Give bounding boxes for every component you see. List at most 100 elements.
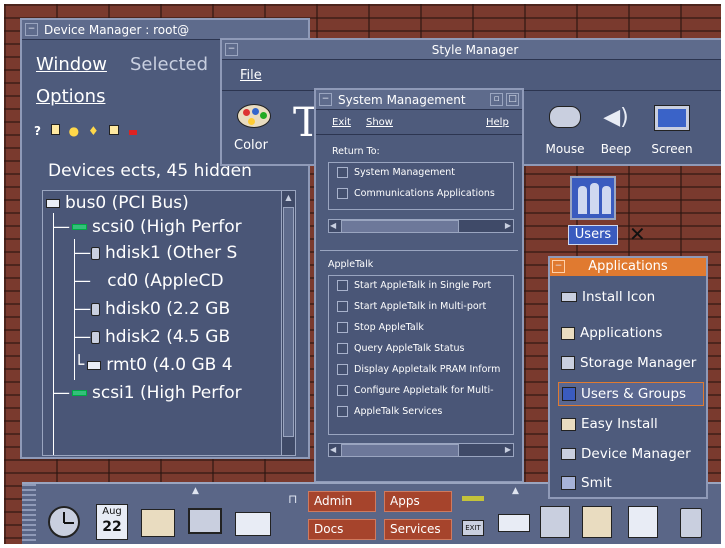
panel-arrow[interactable]: ▲: [192, 486, 199, 496]
appletalk-item[interactable]: Start AppleTalk in Multi-port: [337, 301, 486, 312]
calendar-icon[interactable]: Aug 22: [96, 504, 128, 540]
checkbox[interactable]: [337, 322, 348, 333]
checkbox[interactable]: [337, 385, 348, 396]
hscroll-thumb[interactable]: [341, 220, 459, 233]
system-management-title: System Management: [338, 93, 466, 107]
applications-titlebar[interactable]: − Applications: [550, 258, 706, 276]
clock-icon[interactable]: [48, 506, 80, 538]
style-label-beep: Beep: [600, 142, 632, 156]
app-item-device-manager[interactable]: Device Manager: [558, 443, 704, 467]
return-to-list[interactable]: System Management Communications Applica…: [328, 162, 514, 210]
style-item-beep[interactable]: ◀) Beep: [594, 106, 638, 162]
app-item-applications[interactable]: Applications: [558, 322, 704, 346]
menu-options[interactable]: Options: [36, 86, 105, 107]
return-item-system-management[interactable]: System Management: [337, 167, 455, 178]
checkbox[interactable]: [337, 364, 348, 375]
computer-icon[interactable]: [188, 508, 222, 534]
bulb-icon[interactable]: ●: [69, 124, 79, 138]
checkbox[interactable]: [337, 343, 348, 354]
return-to-hscroll[interactable]: ◀ ▶: [328, 219, 514, 233]
window-menu-button[interactable]: −: [225, 43, 238, 56]
tree-item-cd0[interactable]: — cd0 (AppleCD: [74, 271, 224, 291]
tree-scrollbar[interactable]: ▲: [281, 191, 295, 455]
menu-file[interactable]: File: [240, 68, 262, 83]
tree-item-scsi0[interactable]: — scsi0 (High Perfor: [53, 217, 242, 237]
appletalk-item[interactable]: Start AppleTalk in Single Port: [337, 280, 491, 291]
properties-icon[interactable]: [50, 124, 60, 135]
appletalk-list[interactable]: Start AppleTalk in Single Port Start App…: [328, 275, 514, 435]
menu-exit[interactable]: Exit: [332, 117, 351, 128]
window-menu-button[interactable]: −: [319, 93, 332, 106]
scroll-up-icon[interactable]: ▲: [282, 191, 295, 205]
menu-show[interactable]: Show: [366, 117, 393, 128]
scroll-right-icon[interactable]: ▶: [505, 220, 511, 232]
scroll-right-icon[interactable]: ▶: [505, 444, 511, 456]
text-editor-icon[interactable]: [582, 506, 612, 538]
remove-icon[interactable]: [129, 130, 138, 135]
tree-item-scsi1[interactable]: — scsi1 (High Perfor: [53, 383, 242, 403]
lock-icon[interactable]: ⊓: [288, 492, 297, 506]
file-manager-icon[interactable]: [141, 509, 175, 537]
style-item-color[interactable]: Color: [234, 104, 280, 160]
workspace-services[interactable]: Services: [384, 519, 452, 540]
appletalk-item[interactable]: Stop AppleTalk: [337, 322, 424, 333]
tree-item-hdisk2[interactable]: — hdisk2 (4.5 GB: [74, 327, 230, 347]
help-manager-icon[interactable]: [628, 506, 658, 538]
storage-icon: [561, 356, 575, 370]
edit-icon[interactable]: [108, 125, 119, 135]
workspace-admin[interactable]: Admin: [308, 491, 376, 512]
mail-icon[interactable]: [498, 514, 530, 532]
minimize-button[interactable]: ▫: [490, 93, 503, 106]
printer-icon[interactable]: [235, 512, 271, 536]
appletalk-item[interactable]: Query AppleTalk Status: [337, 343, 464, 354]
panel-arrow[interactable]: ▲: [512, 486, 519, 496]
appletalk-item[interactable]: Configure Appletalk for Multi-: [337, 385, 494, 396]
scroll-left-icon[interactable]: ◀: [330, 220, 336, 232]
checkbox[interactable]: [337, 188, 348, 199]
checkbox[interactable]: [337, 167, 348, 178]
tree-item-rmt0[interactable]: └ rmt0 (4.0 GB 4: [74, 355, 233, 375]
help-icon[interactable]: ?: [34, 124, 41, 138]
app-item-smit[interactable]: Smit: [558, 472, 704, 496]
checkbox[interactable]: [337, 406, 348, 417]
app-item-easy-install[interactable]: Easy Install: [558, 413, 704, 437]
scroll-left-icon[interactable]: ◀: [330, 444, 336, 456]
tree-item-bus0[interactable]: bus0 (PCI Bus): [46, 193, 189, 213]
checkbox[interactable]: [337, 301, 348, 312]
window-menu-button[interactable]: −: [552, 260, 565, 273]
menu-window[interactable]: Window: [36, 54, 107, 75]
device-manager-titlebar[interactable]: − Device Manager : root@: [22, 20, 308, 40]
app-item-storage-manager[interactable]: Storage Manager: [558, 352, 704, 376]
hscroll-thumb[interactable]: [341, 444, 459, 457]
app-item-install-icon[interactable]: Install Icon: [558, 286, 704, 310]
return-item-communications[interactable]: Communications Applications: [337, 188, 495, 199]
tree-item-hdisk0[interactable]: — hdisk0 (2.2 GB: [74, 299, 230, 319]
workspace-apps[interactable]: Apps: [384, 491, 452, 512]
style-manager-icon[interactable]: [540, 506, 570, 538]
appletalk-hscroll[interactable]: ◀ ▶: [328, 443, 514, 457]
appletalk-item[interactable]: AppleTalk Services: [337, 406, 442, 417]
panel-handle[interactable]: [22, 484, 36, 544]
style-item-mouse[interactable]: Mouse: [540, 106, 590, 162]
menu-help[interactable]: Help: [486, 117, 509, 128]
probe-icon[interactable]: ♦: [88, 124, 99, 138]
app-item-users-groups[interactable]: Users & Groups: [558, 382, 704, 406]
system-management-window[interactable]: − System Management ▫ □ Exit Show Help R…: [314, 88, 524, 483]
exit-button[interactable]: EXIT: [462, 520, 484, 536]
workspace-docs[interactable]: Docs: [308, 519, 376, 540]
style-manager-titlebar[interactable]: − Style Manager: [222, 40, 721, 60]
users-desktop-icon[interactable]: Users: [566, 176, 622, 246]
applications-subpanel[interactable]: − Applications Install Icon Applications…: [548, 256, 708, 499]
system-management-titlebar[interactable]: − System Management ▫ □: [316, 90, 522, 110]
trash-icon[interactable]: [680, 508, 702, 538]
device-tree[interactable]: bus0 (PCI Bus) — scsi0 (High Perfor — hdis…: [42, 190, 296, 456]
appletalk-item[interactable]: Display Appletalk PRAM Inform: [337, 364, 500, 375]
checkbox[interactable]: [337, 280, 348, 291]
close-x-icon[interactable]: ✕: [629, 222, 646, 246]
maximize-button[interactable]: □: [506, 93, 519, 106]
window-menu-button[interactable]: −: [25, 23, 38, 36]
scroll-thumb[interactable]: [283, 207, 294, 437]
tree-item-hdisk1[interactable]: — hdisk1 (Other S: [74, 243, 237, 263]
menu-selected[interactable]: Selected: [130, 54, 208, 75]
style-item-screen[interactable]: Screen: [646, 105, 698, 162]
